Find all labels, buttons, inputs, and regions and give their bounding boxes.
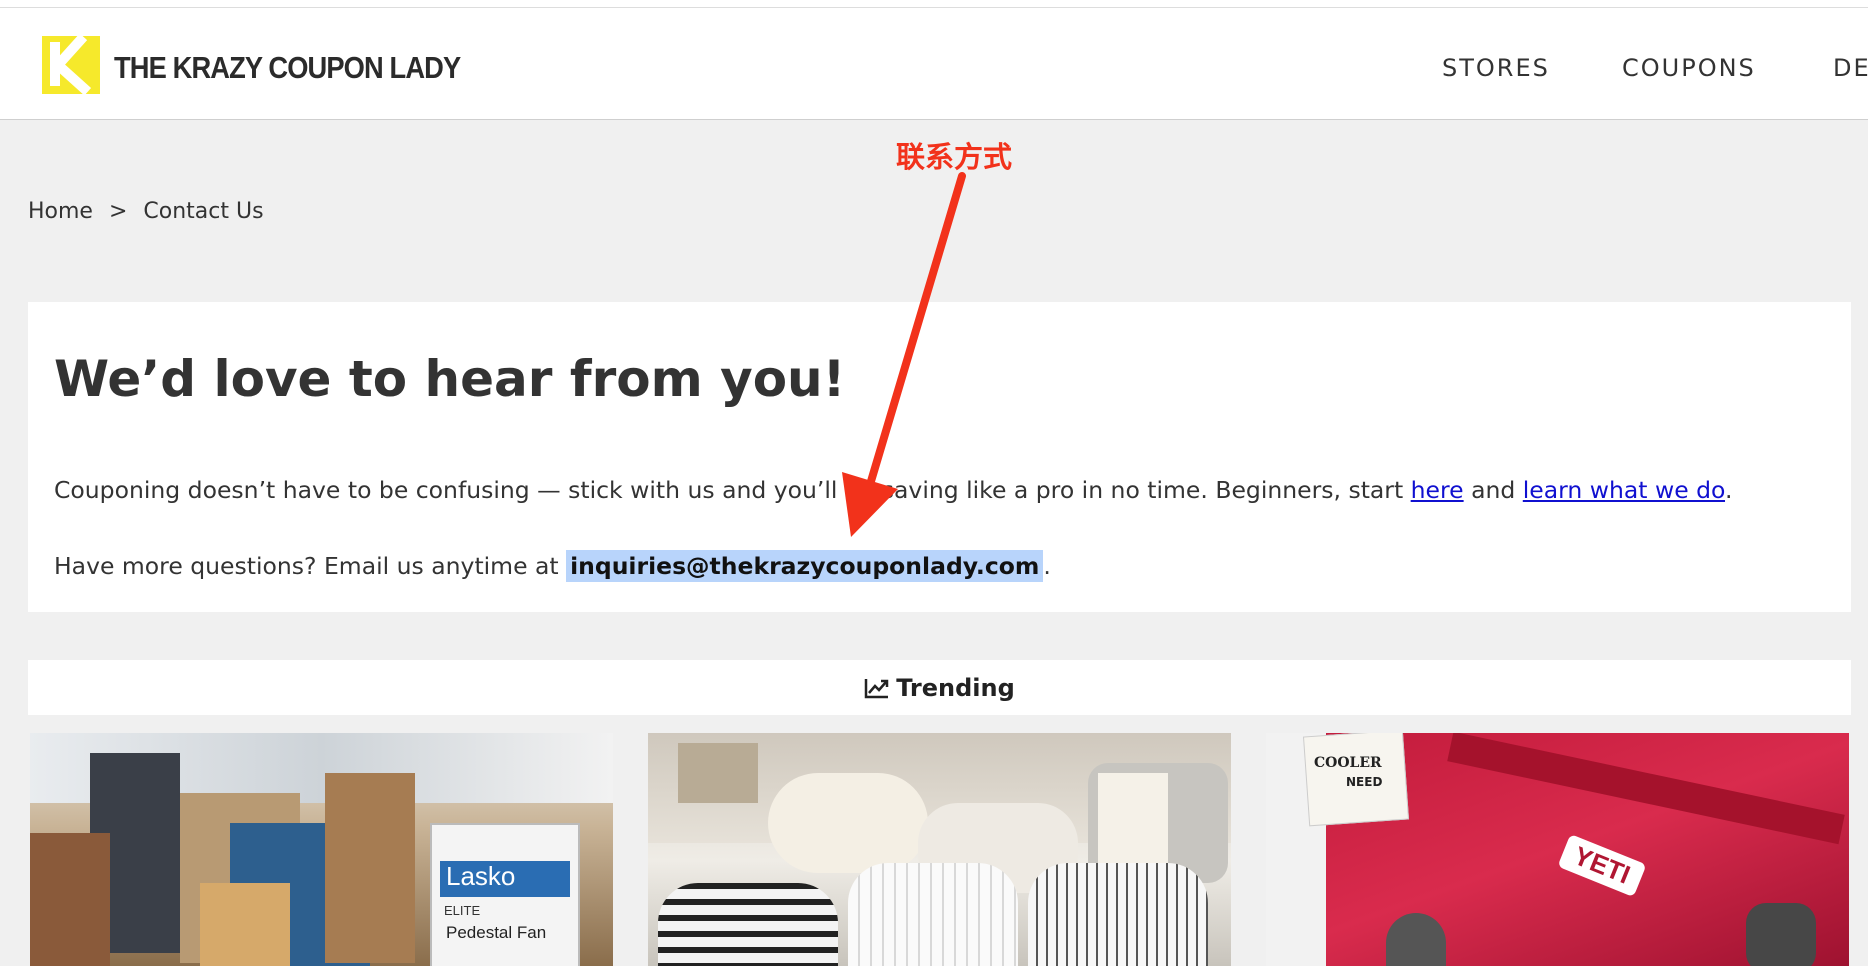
annotation-arrow-icon: [842, 172, 966, 537]
